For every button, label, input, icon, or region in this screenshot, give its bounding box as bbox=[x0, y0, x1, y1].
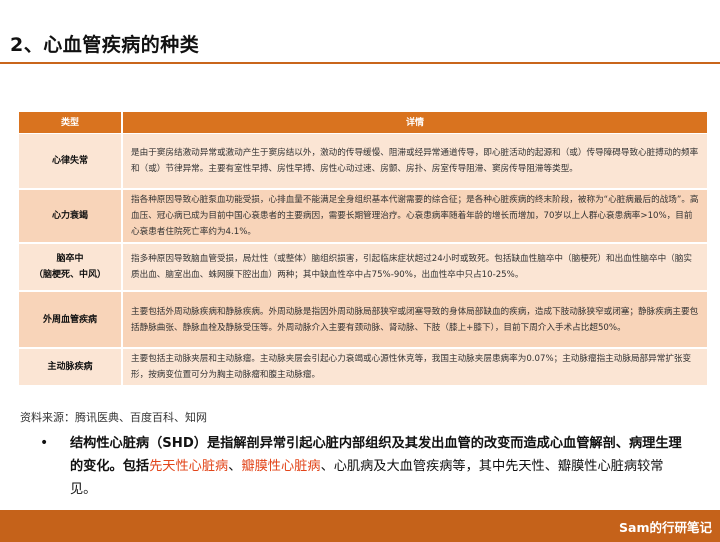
table-row: 主动脉疾病 主要包括主动脉夹层和主动脉瘤。主动脉夹层会引起心力衰竭或心源性休克等… bbox=[19, 349, 707, 387]
bullet-dot-icon: • bbox=[40, 435, 49, 451]
table-row: 脑卒中 （脑梗死、中风） 指多种原因导致脑血管受损，局灶性（或整体）脑组织损害，… bbox=[19, 244, 707, 292]
page-title: 2、心血管疾病的种类 bbox=[10, 34, 200, 56]
disease-detail-cell: 是由于窦房结激动异常或激动产生于窦房结以外，激动的传导缓慢、阻滞或经异常通道传导… bbox=[123, 134, 707, 190]
disease-type-name: 心力衰竭 bbox=[51, 211, 88, 221]
disease-type-cell: 心律失常 bbox=[19, 134, 123, 190]
highlight-congenital: 先天性心脏病 bbox=[149, 459, 229, 474]
table-row: 心律失常 是由于窦房结激动异常或激动产生于窦房结以外，激动的传导缓慢、阻滞或经异… bbox=[19, 134, 707, 190]
disease-type-cell: 外周血管疾病 bbox=[19, 292, 123, 349]
disease-type-subtitle: （脑梗死、中风） bbox=[33, 270, 106, 280]
table-row: 心力衰竭 指各种原因导致心脏泵血功能受损，心排血量不能满足全身组织基本代谢需要的… bbox=[19, 190, 707, 244]
disease-types-table: 类型 详情 心律失常 是由于窦房结激动异常或激动产生于窦房结以外，激动的传导缓慢… bbox=[19, 112, 707, 387]
bullet-text: 结构性心脏病（SHD）是指解剖异常引起心脏内部组织及其发出血管的改变而造成心血管… bbox=[44, 432, 684, 501]
disease-detail-cell: 指各种原因导致心脏泵血功能受损，心排血量不能满足全身组织基本代谢需要的综合征；是… bbox=[123, 190, 707, 244]
table-row: 外周血管疾病 主要包括外周动脉疾病和静脉疾病。外周动脉是指因外周动脉局部狭窄或闭… bbox=[19, 292, 707, 349]
disease-type-cell: 主动脉疾病 bbox=[19, 349, 123, 387]
column-header-detail: 详情 bbox=[123, 112, 707, 134]
column-header-type: 类型 bbox=[19, 112, 123, 134]
highlight-valvular: 瓣膜性心脏病 bbox=[241, 459, 321, 474]
disease-type-cell: 心力衰竭 bbox=[19, 190, 123, 244]
bullet-term: 结构性心脏病（SHD） bbox=[70, 436, 207, 451]
bullet-separator: 、 bbox=[228, 459, 242, 474]
title-divider bbox=[0, 62, 720, 64]
disease-type-name: 脑卒中 bbox=[56, 254, 84, 264]
table-header-row: 类型 详情 bbox=[19, 112, 707, 134]
disease-detail-cell: 指多种原因导致脑血管受损，局灶性（或整体）脑组织损害，引起临床症状超过24小时或… bbox=[123, 244, 707, 292]
disease-type-name: 心律失常 bbox=[51, 156, 88, 166]
disease-type-name: 主动脉疾病 bbox=[47, 362, 93, 372]
disease-type-name: 外周血管疾病 bbox=[42, 314, 97, 325]
source-note: 资料来源：腾讯医典、百度百科、知网 bbox=[20, 411, 207, 424]
disease-type-cell: 脑卒中 （脑梗死、中风） bbox=[19, 244, 123, 292]
footer-bar: Sam的行研笔记 bbox=[0, 510, 720, 542]
bullet-paragraph: • 结构性心脏病（SHD）是指解剖异常引起心脏内部组织及其发出血管的改变而造成心… bbox=[40, 432, 684, 501]
disease-detail-cell: 主要包括主动脉夹层和主动脉瘤。主动脉夹层会引起心力衰竭或心源性休克等，我国主动脉… bbox=[123, 349, 707, 387]
disease-detail-cell: 主要包括外周动脉疾病和静脉疾病。外周动脉是指因外周动脉局部狭窄或闭塞导致的身体局… bbox=[123, 292, 707, 349]
footer-brand: Sam的行研笔记 bbox=[619, 520, 712, 535]
